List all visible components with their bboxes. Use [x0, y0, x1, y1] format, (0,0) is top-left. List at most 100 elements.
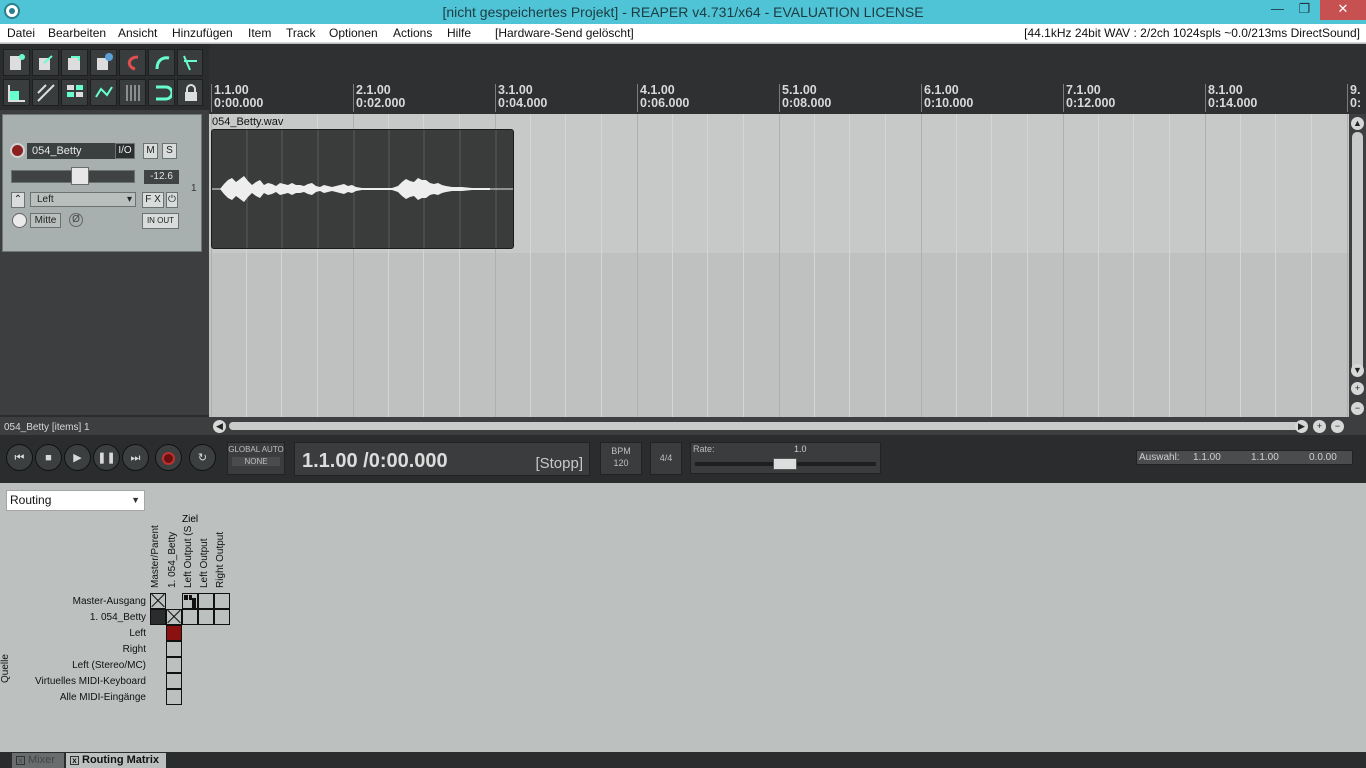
zoom-out-vertical-icon[interactable]: − [1351, 402, 1364, 415]
close-tab-icon[interactable]: x [16, 756, 25, 765]
record-arm-button[interactable] [10, 143, 25, 158]
zoom-in-vertical-icon[interactable]: + [1351, 382, 1364, 395]
ripple-edit-button[interactable] [32, 79, 59, 106]
zoom-out-horizontal-icon[interactable]: − [1331, 420, 1344, 433]
vertical-scroll-thumb[interactable] [1352, 132, 1363, 372]
grid-button[interactable] [3, 79, 30, 106]
media-item[interactable] [211, 129, 514, 249]
record-button[interactable] [155, 444, 182, 471]
menu-datei[interactable]: Datei [7, 26, 35, 40]
routing-cell-active[interactable] [150, 609, 166, 625]
lock-button[interactable] [177, 79, 203, 106]
menu-ansicht[interactable]: Ansicht [118, 26, 157, 40]
solo-button[interactable]: S [162, 143, 177, 159]
redo-button[interactable] [148, 49, 175, 76]
track-header[interactable]: 054_Betty I/O M S -12.6 ⌃ Left ▾ F X ⏻ Mi… [2, 114, 202, 252]
routing-cell[interactable] [166, 657, 182, 673]
skip-back-icon: ⏮ [14, 452, 25, 464]
routing-cell[interactable] [198, 593, 214, 609]
zoom-in-horizontal-icon[interactable]: + [1313, 420, 1326, 433]
horizontal-scroll-thumb[interactable] [229, 422, 1299, 430]
routing-cell[interactable] [214, 593, 230, 609]
envelope-points-button[interactable] [90, 79, 117, 106]
routing-cell[interactable] [166, 689, 182, 705]
routing-cell[interactable] [198, 609, 214, 625]
scroll-up-icon[interactable]: ▲ [1351, 117, 1364, 130]
menu-hinzufuegen[interactable]: Hinzufügen [172, 26, 233, 40]
routing-cell[interactable] [182, 609, 198, 625]
open-project-button[interactable] [32, 49, 59, 76]
crossfade-button[interactable] [119, 79, 146, 106]
tab-label: Routing Matrix [82, 754, 159, 766]
scroll-right-icon[interactable]: ▶ [1295, 420, 1308, 433]
record-monitor-icon[interactable]: ⌃ [11, 192, 25, 208]
chevron-down-icon: ▾ [126, 194, 132, 205]
tab-routing-matrix[interactable]: x Routing Matrix [66, 753, 166, 768]
time-display[interactable]: 1.1.00 /0:00.000 [Stopp] [294, 442, 590, 476]
play-position: 1.1.00 /0:00.000 [302, 450, 448, 472]
time-signature[interactable]: 4/4 [650, 442, 682, 475]
ruler-label-7: 7.1.00 0:12.000 [1066, 83, 1116, 110]
go-to-start-button[interactable]: ⏮ [6, 444, 33, 471]
vertical-scrollbar[interactable]: ▲ ▼ + − [1349, 114, 1366, 417]
chevron-down-icon: ▼ [131, 495, 140, 505]
save-project-button[interactable] [61, 49, 88, 76]
horizontal-scrollbar[interactable]: ◀ ▶ + − [209, 417, 1366, 435]
project-settings-button[interactable] [90, 49, 117, 76]
row-label: 1. 054_Betty [89, 612, 146, 623]
scroll-down-icon[interactable]: ▼ [1351, 364, 1364, 377]
menu-optionen[interactable]: Optionen [329, 26, 378, 40]
input-select-value: Left [37, 194, 54, 205]
ruler-label-3: 3.1.00 0:04.000 [498, 83, 548, 110]
fx-bypass-icon[interactable]: ⏻ [166, 192, 178, 208]
global-automation-button[interactable]: GLOBAL AUTO NONE [227, 442, 285, 475]
audio-device-status[interactable]: [44.1kHz 24bit WAV : 2/2ch 1024spls ~0.0… [1024, 26, 1360, 40]
timeline-ruler[interactable]: 1.1.00 0:00.000 2.1.00 0:02.000 3.1.00 0:04… [209, 84, 1366, 114]
minimize-button[interactable]: — [1264, 0, 1291, 20]
item-grouping-button[interactable] [61, 79, 88, 106]
menu-hilfe[interactable]: Hilfe [447, 26, 471, 40]
ruler-region-lane[interactable] [209, 44, 1366, 84]
stop-button[interactable]: ■ [35, 444, 62, 471]
fx-button[interactable]: F X [142, 192, 164, 208]
in-out-button[interactable]: IN OUT [142, 213, 179, 229]
menu-bearbeiten[interactable]: Bearbeiten [48, 26, 106, 40]
undo-button[interactable] [119, 49, 146, 76]
menu-actions[interactable]: Actions [393, 26, 432, 40]
routing-cell-input-active[interactable] [166, 625, 182, 641]
phase-invert-button[interactable]: Ø [69, 213, 83, 227]
volume-fader-thumb[interactable] [71, 167, 89, 185]
grouping-icon [67, 85, 83, 97]
routing-cell[interactable] [214, 609, 230, 625]
io-button[interactable]: I/O [115, 143, 135, 159]
go-to-end-button[interactable]: ⏭ [122, 444, 149, 471]
routing-cell[interactable] [166, 673, 182, 689]
menu-item[interactable]: Item [248, 26, 271, 40]
pan-knob[interactable] [12, 213, 27, 228]
input-select[interactable]: Left ▾ [30, 192, 136, 207]
loop-button[interactable] [148, 79, 175, 106]
scroll-left-icon[interactable]: ◀ [213, 420, 226, 433]
grid-line [565, 114, 566, 417]
close-tab-icon[interactable]: x [70, 756, 79, 765]
media-item-name: 054_Betty.wav [212, 116, 284, 128]
selection-display[interactable]: Auswahl: 1.1.00 1.1.00 0.0.00 [1136, 450, 1353, 465]
new-project-button[interactable] [3, 49, 30, 76]
tab-mixer[interactable]: x Mixer [12, 753, 64, 768]
play-button[interactable]: ▶ [64, 444, 91, 471]
track-name-field[interactable]: 054_Betty [27, 143, 115, 159]
routing-view-select[interactable]: Routing ▼ [6, 490, 145, 511]
mute-button[interactable]: M [143, 143, 158, 159]
menu-track[interactable]: Track [286, 26, 316, 40]
routing-cell[interactable] [166, 641, 182, 657]
metronome-button[interactable] [177, 49, 203, 76]
bpm-display[interactable]: BPM 120 [600, 442, 642, 475]
routing-view-value: Routing [10, 493, 52, 507]
restore-button[interactable]: ❐ [1291, 0, 1318, 20]
pause-button[interactable]: ❚❚ [93, 444, 120, 471]
routing-cell-active[interactable] [182, 593, 198, 609]
close-button[interactable]: ✕ [1320, 0, 1366, 20]
rate-value: 1.0 [794, 444, 807, 454]
repeat-button[interactable]: ↻ [189, 444, 216, 471]
rate-slider-thumb[interactable] [773, 458, 797, 470]
